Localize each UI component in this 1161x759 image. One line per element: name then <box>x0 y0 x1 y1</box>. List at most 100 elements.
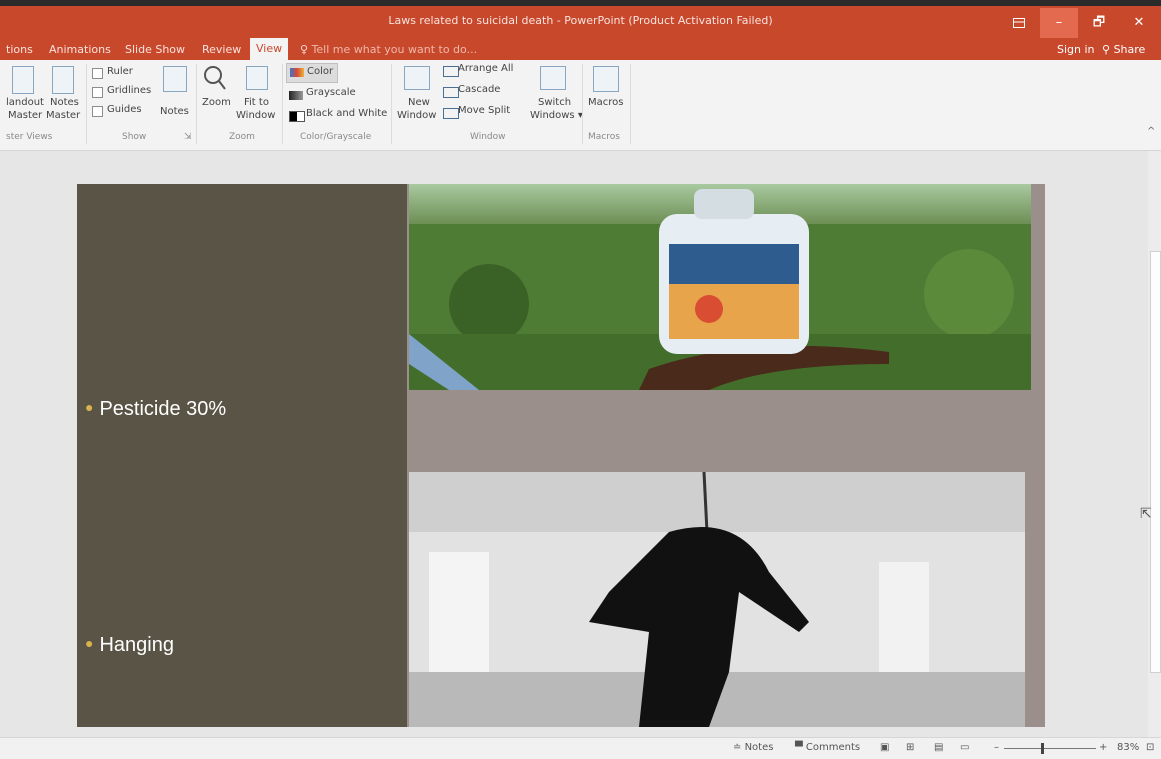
divider <box>391 64 392 144</box>
zoom-label: Zoom <box>202 97 231 108</box>
divider <box>86 64 87 144</box>
handout-master-icon <box>12 66 34 94</box>
vertical-scrollbar[interactable] <box>1148 151 1161 737</box>
zoom-group-label: Zoom <box>229 132 255 142</box>
grayscale-icon <box>289 91 303 100</box>
move-split-icon <box>443 108 459 119</box>
grayscale-label: Grayscale <box>306 87 356 98</box>
lightbulb-icon: ♀ <box>300 43 309 56</box>
share-button[interactable]: ⚲ Share <box>1102 40 1145 60</box>
handout-master-label-2: Master <box>8 110 43 121</box>
minimize-button[interactable]: – <box>1040 8 1078 38</box>
fit-slide-icon[interactable]: ⊡ <box>1146 742 1154 753</box>
tab-review[interactable]: Review <box>202 40 241 60</box>
master-views-group-label: ster Views <box>6 132 53 142</box>
tell-me-box[interactable]: ♀ Tell me what you want to do... <box>300 40 477 60</box>
scroll-thumb[interactable] <box>1150 251 1161 673</box>
zoom-out-button[interactable]: – <box>994 742 999 753</box>
new-window-label-1: New <box>408 97 430 108</box>
dialog-launcher-icon[interactable]: ⇲ <box>184 132 192 142</box>
sign-in-link[interactable]: Sign in <box>1057 40 1095 60</box>
zoom-level[interactable]: 83% <box>1117 742 1139 753</box>
zoom-slider-thumb[interactable] <box>1041 743 1044 754</box>
tab-slide-show[interactable]: Slide Show <box>125 40 185 60</box>
maximize-button[interactable]: 🗗 <box>1080 8 1118 38</box>
bullet-dot-icon: ● <box>85 399 94 415</box>
bullet-hanging[interactable]: ● Hanging <box>85 634 174 657</box>
collapse-ribbon-icon[interactable]: ^ <box>1147 126 1155 137</box>
tell-me-text: Tell me what you want to do... <box>311 43 478 56</box>
macros-group-label: Macros <box>588 132 620 142</box>
slide[interactable]: ● Pesticide 30% ● Hanging <box>77 184 1045 727</box>
notes-icon: ≐ <box>733 742 742 753</box>
color-label: Color <box>307 66 334 77</box>
notes-toggle[interactable]: ≐ Notes <box>733 742 773 753</box>
guides-label: Guides <box>107 104 142 115</box>
notes-label: Notes <box>160 106 189 117</box>
ribbon: landout Master Notes Master ster Views R… <box>0 60 1161 151</box>
ruler-label: Ruler <box>107 66 133 77</box>
comments-toggle[interactable]: ▀ Comments <box>795 742 860 753</box>
black-white-icon <box>289 111 305 122</box>
pesticide-photo[interactable] <box>409 184 1031 390</box>
switch-windows-icon <box>540 66 566 90</box>
normal-view-icon[interactable]: ▣ <box>880 742 889 753</box>
notes-icon <box>163 66 187 92</box>
new-window-icon <box>404 66 430 90</box>
divider <box>196 64 197 144</box>
zoom-in-button[interactable]: + <box>1099 742 1107 753</box>
slide-show-icon[interactable]: ▭ <box>960 742 969 753</box>
fit-to-window-icon <box>246 66 268 90</box>
comment-icon: ▀ <box>795 742 803 753</box>
switch-windows-label-1: Switch <box>538 97 572 108</box>
color-swatch-icon <box>290 68 304 77</box>
macros-label: Macros <box>588 97 624 108</box>
guides-checkbox[interactable] <box>92 106 103 117</box>
ruler-checkbox[interactable] <box>92 68 103 79</box>
fit-label-2: Window <box>236 110 276 121</box>
gridlines-label: Gridlines <box>107 85 152 96</box>
switch-windows-label-2: Windows ▾ <box>530 110 583 121</box>
tab-view[interactable]: View <box>250 38 289 60</box>
reading-view-icon[interactable]: ▤ <box>934 742 943 753</box>
window-title: Laws related to suicidal death - PowerPo… <box>388 14 773 27</box>
fit-label-1: Fit to <box>244 97 269 108</box>
comments-status-label: Comments <box>805 742 861 753</box>
tab-animations[interactable]: Animations <box>49 40 111 60</box>
mouse-pointer-icon: ⇱ <box>1140 506 1152 522</box>
hanging-photo[interactable] <box>409 472 1025 727</box>
share-label: Share <box>1113 43 1146 56</box>
black-and-white-label: Black and White <box>306 108 388 119</box>
slide-text-panel: ● Pesticide 30% ● Hanging <box>77 184 407 727</box>
ribbon-display-options-button[interactable] <box>1000 8 1038 38</box>
handout-master-label-1: landout <box>6 97 44 108</box>
top-strip <box>0 0 1161 6</box>
person-icon: ⚲ <box>1102 43 1111 56</box>
divider <box>630 64 631 144</box>
divider <box>282 64 283 144</box>
divider <box>582 64 583 144</box>
title-bar: Laws related to suicidal death - PowerPo… <box>0 0 1161 60</box>
color-grayscale-group-label: Color/Grayscale <box>300 132 372 142</box>
cascade-label: Cascade <box>458 84 501 95</box>
bullet-dot-icon: ● <box>85 635 94 651</box>
new-window-label-2: Window <box>397 110 437 121</box>
macros-icon <box>593 66 619 92</box>
zoom-slider[interactable] <box>1004 748 1096 749</box>
slide-sorter-icon[interactable]: ⊞ <box>906 742 914 753</box>
tab-transitions[interactable]: tions <box>6 40 33 60</box>
bullet-pesticide[interactable]: ● Pesticide 30% <box>85 398 226 421</box>
magnifier-icon <box>204 66 226 90</box>
window-group-label: Window <box>470 132 506 142</box>
gridlines-checkbox[interactable] <box>92 87 103 98</box>
move-split-label: Move Split <box>458 105 511 116</box>
notes-master-label-1: Notes <box>50 97 79 108</box>
show-group-label: Show <box>122 132 147 142</box>
color-button[interactable]: Color <box>286 63 338 83</box>
close-button[interactable]: ✕ <box>1120 8 1158 38</box>
cascade-icon <box>443 87 459 98</box>
arrange-all-icon <box>443 66 459 77</box>
notes-master-label-2: Master <box>46 110 81 121</box>
status-bar: ≐ Notes ▀ Comments ▣ ⊞ ▤ ▭ – + 83% ⊡ <box>0 737 1161 759</box>
bullet-text: Hanging <box>99 634 174 656</box>
